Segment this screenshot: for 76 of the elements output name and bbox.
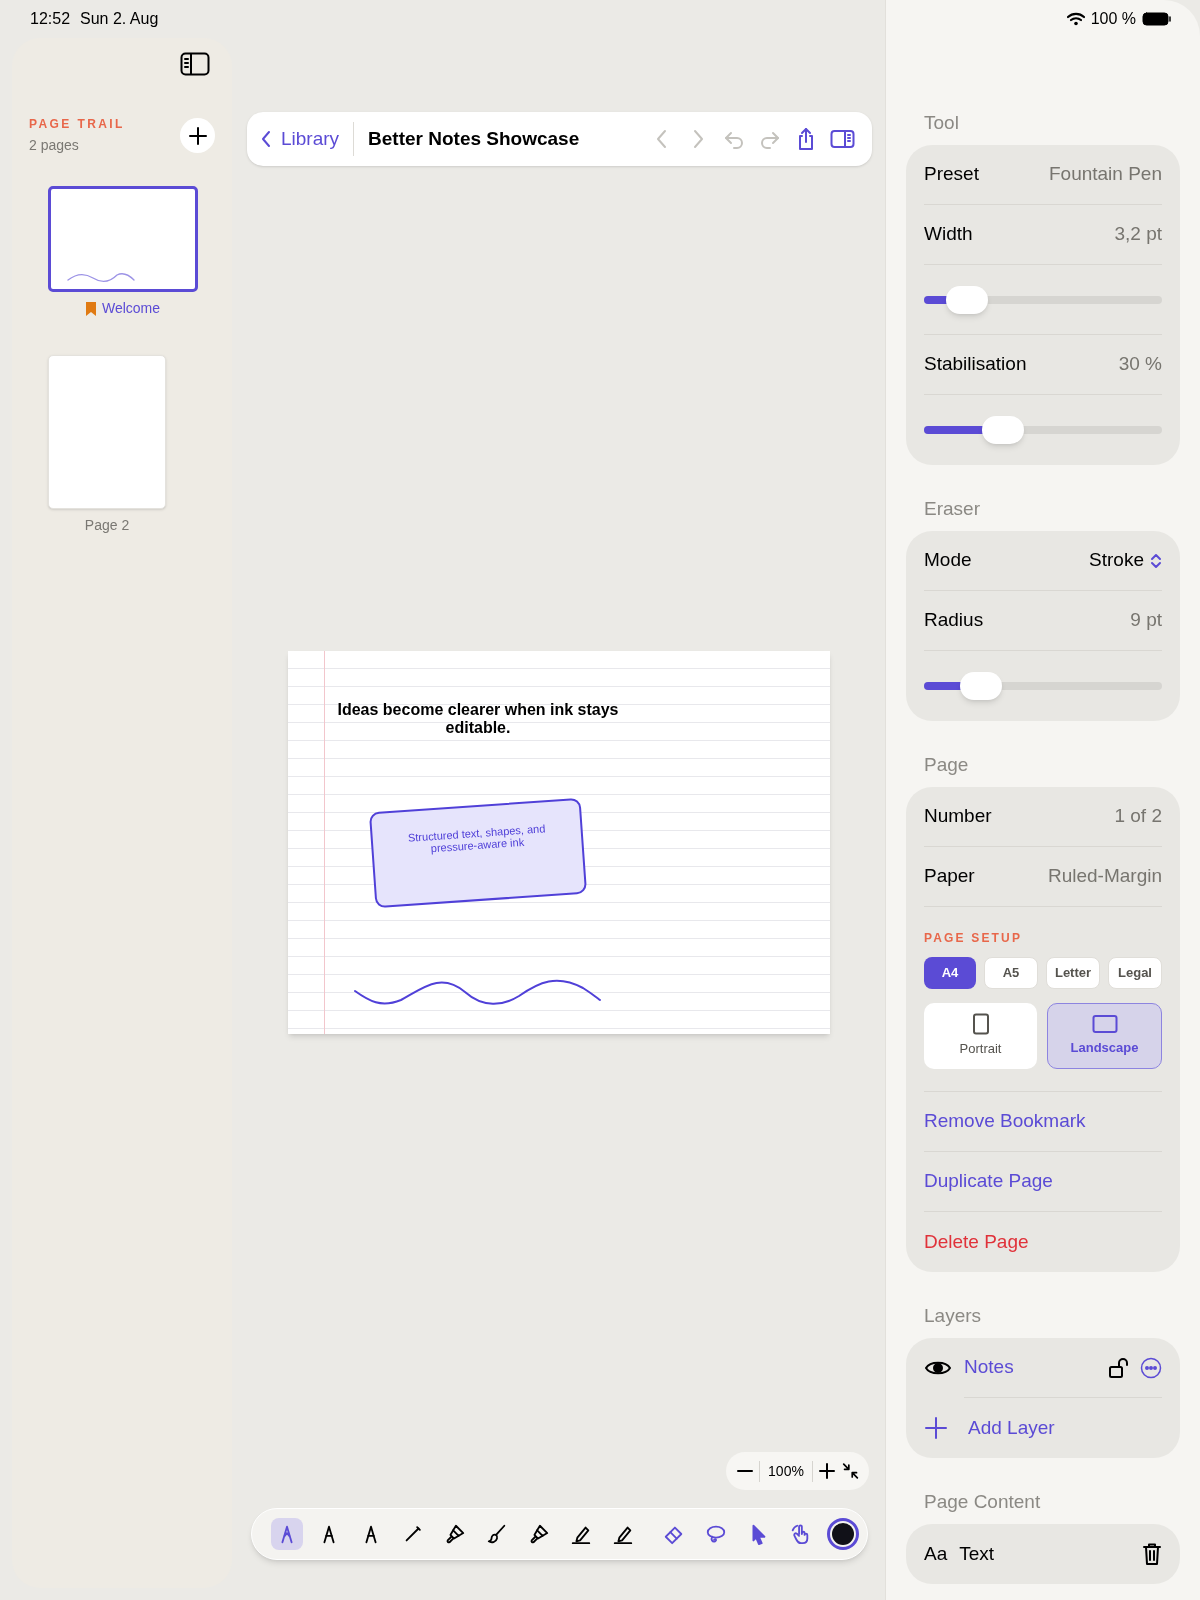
shape-text: Structured text, shapes, and pressure-aware ink xyxy=(406,821,547,857)
section-header: Page Content xyxy=(923,1490,1042,1514)
battery-level: 100 % xyxy=(1090,9,1136,29)
document-title: Better Notes Showcase xyxy=(368,126,580,151)
setting-value: 9 pt xyxy=(1130,608,1162,633)
setting-label: Preset xyxy=(924,162,979,187)
section-header: Tool xyxy=(923,111,960,135)
plus-icon xyxy=(187,125,208,146)
paper-size-button[interactable]: A4 xyxy=(924,957,976,989)
status-time: 12:52 xyxy=(30,9,71,29)
lasso-icon xyxy=(705,1523,727,1545)
brush-icon xyxy=(486,1523,508,1545)
battery-icon xyxy=(1142,12,1172,26)
setting-label: Mode xyxy=(924,548,972,573)
fit-arrows-icon[interactable] xyxy=(841,1461,859,1481)
paint-brush-icon xyxy=(444,1523,466,1545)
zoom-in-button[interactable] xyxy=(818,1461,836,1481)
section-header: Page xyxy=(923,753,970,777)
paper-size-button[interactable]: Letter xyxy=(1046,957,1100,989)
zoom-level: 100% xyxy=(759,1460,813,1482)
action-link[interactable]: Remove Bookmark xyxy=(924,1107,1086,1136)
setting-value: 30 % xyxy=(1118,352,1162,377)
orientation-button[interactable]: Portrait xyxy=(924,1003,1037,1069)
orientation-button[interactable]: Landscape xyxy=(1047,1003,1162,1069)
setting-label: Paper xyxy=(924,864,975,889)
slider[interactable] xyxy=(924,416,1162,444)
portrait-page-icon xyxy=(971,1013,990,1036)
add-layer-button[interactable]: Add Layer xyxy=(924,1398,1162,1458)
page-thumbnail[interactable] xyxy=(48,186,198,292)
more-icon[interactable] xyxy=(1140,1356,1162,1379)
slider-thumb[interactable] xyxy=(981,416,1024,444)
sidebar-right-icon[interactable] xyxy=(830,127,856,151)
minus-icon xyxy=(736,1470,753,1472)
setting-value: Ruled-Margin xyxy=(1047,864,1162,889)
add-page-button[interactable] xyxy=(180,118,215,153)
plus-icon xyxy=(924,1416,948,1440)
page-count: 2 pages xyxy=(29,136,80,155)
hand-icon xyxy=(789,1523,811,1545)
sidebar-title: PAGE TRAIL xyxy=(29,116,125,133)
setting-label: Stabilisation xyxy=(924,352,1027,377)
setting-label: Number xyxy=(924,804,992,829)
up-down-chevron-icon xyxy=(1150,551,1162,570)
content-item-label: Text xyxy=(959,1541,995,1566)
setting-value: Fountain Pen xyxy=(1048,162,1162,187)
layer-name[interactable]: Notes xyxy=(964,1353,1014,1382)
section-header: Eraser xyxy=(923,497,981,521)
padlock-open-icon[interactable] xyxy=(1108,1356,1130,1379)
action-link[interactable]: Duplicate Page xyxy=(924,1167,1053,1196)
page-label: Page 2 xyxy=(84,516,130,535)
wifi-icon xyxy=(1066,12,1085,26)
note-heading: Ideas become clearer when ink stays editable. xyxy=(336,701,620,737)
page-label: Welcome xyxy=(101,299,161,318)
slider[interactable] xyxy=(924,672,1162,700)
chevron-left-icon xyxy=(261,130,271,148)
trash-icon[interactable] xyxy=(1142,1542,1162,1566)
setting-value: 3,2 pt xyxy=(1114,222,1162,247)
paint-brush-icon xyxy=(528,1523,550,1545)
slider-thumb[interactable] xyxy=(960,672,1003,700)
text-type-symbol: Aa xyxy=(924,1541,948,1566)
paper-size-button[interactable]: A5 xyxy=(984,957,1038,989)
ink-wave-drawing xyxy=(67,271,135,283)
library-back-button[interactable]: Library xyxy=(261,122,355,156)
setting-value: 1 of 2 xyxy=(1114,804,1162,829)
status-date: Sun 2. Aug xyxy=(80,9,159,29)
page-setup-label: PAGE SETUP xyxy=(924,930,1024,947)
mode-picker[interactable]: Stroke xyxy=(1089,546,1162,575)
paper-size-button[interactable]: Legal xyxy=(1108,957,1162,989)
setting-label: Width xyxy=(924,222,973,247)
slider[interactable] xyxy=(924,285,1162,314)
plus-icon xyxy=(819,1463,836,1479)
slider-thumb[interactable] xyxy=(945,285,988,314)
section-header: Layers xyxy=(923,1304,983,1328)
landscape-page-icon xyxy=(1091,1014,1118,1035)
setting-label: Radius xyxy=(924,608,984,633)
action-link[interactable]: Delete Page xyxy=(924,1227,1029,1257)
sidebar-toggle-icon[interactable] xyxy=(180,52,210,76)
